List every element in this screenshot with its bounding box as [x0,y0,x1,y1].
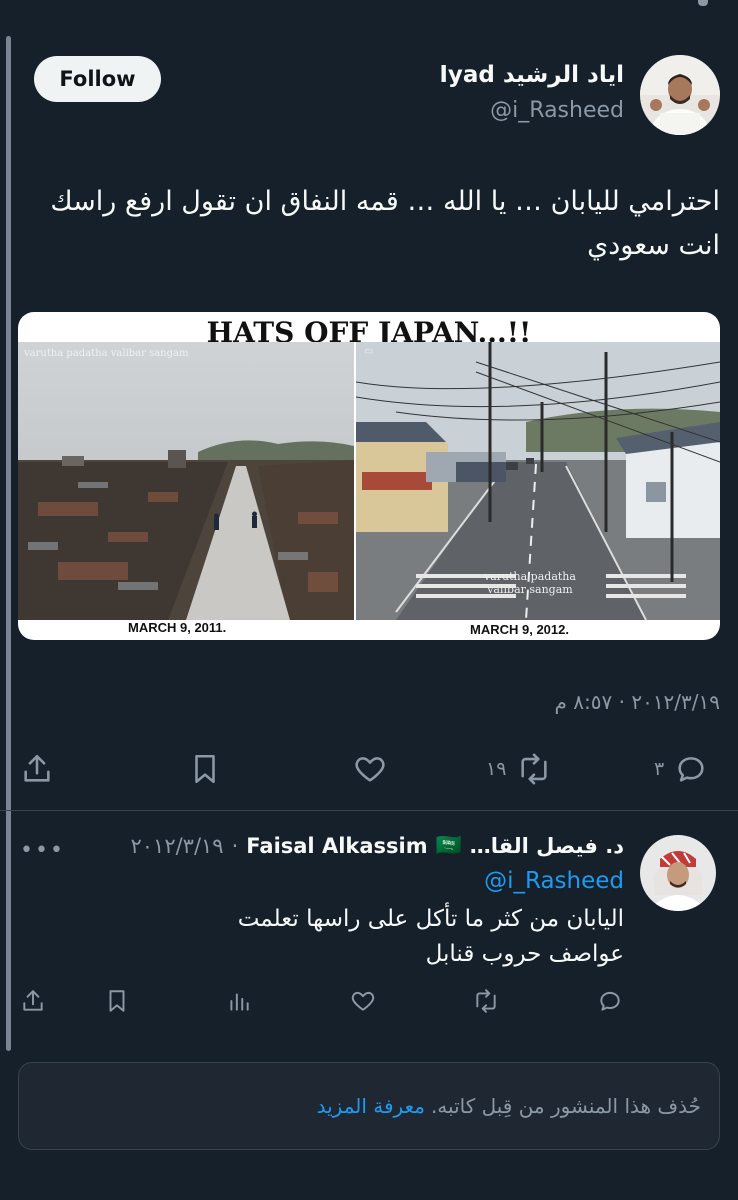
retweet-icon [521,753,548,785]
reply-retweet-button[interactable] [472,988,500,1014]
media-watermark-right: varutha padatha valibar sangam [484,570,576,596]
reply-text: اليابان من كثر ما تأكل على راسها تعلمت ع… [24,902,624,972]
tweet-text: احترامي لليابان … يا الله … قمه النفاق ا… [30,180,720,268]
reply-views-button[interactable] [226,988,252,1014]
follow-button[interactable]: Follow [34,56,161,102]
reply-author-name-latin[interactable]: Faisal Alkassim [246,834,427,858]
retweet-count: ١٩ [486,758,507,780]
bookmark-icon [109,990,125,1012]
share-icon [23,990,43,1011]
media-caption-2011: MARCH 9, 2011. [128,620,227,635]
media-photo-2011: varutha padatha valibar sangam [18,342,354,620]
author-handle[interactable]: @i_Rasheed [490,98,624,123]
heart-icon [355,757,385,782]
reply-author-avatar[interactable] [640,835,716,911]
reply-author-line[interactable]: د. فيصل القا… 🇸🇦 Faisal Alkassim · ٢٠١٢/… [130,833,624,858]
author-avatar[interactable] [640,55,720,135]
reply-count: ٣ [654,758,665,780]
reply-icon [678,757,704,782]
media-watermark-right-top: ▭ [364,346,374,357]
reply-bookmark-button[interactable] [104,988,130,1014]
watermark-line-1: varutha padatha [484,570,576,583]
media-watermark-left: varutha padatha valibar sangam [24,348,189,359]
scroll-top-indicator [698,0,708,6]
reply-author-name[interactable]: د. فيصل القا… [470,834,624,858]
tweet-media[interactable]: HATS OFF JAPAN...!! varutha padatha vali… [18,312,720,640]
bookmark-button[interactable] [188,752,222,786]
views-icon [230,993,249,1011]
reply-time[interactable]: ٢٠١٢/٣/١٩ [130,834,223,858]
divider [0,810,738,811]
media-photo-2012: ▭ varutha padatha valibar sangam [355,342,720,621]
reply-button[interactable]: ٣ [654,752,710,786]
like-button[interactable] [352,752,388,786]
share-button[interactable] [20,752,54,786]
deleted-post-notice: حُذف هذا المنشور من قِبل كاتبه. معرفة ال… [18,1062,720,1150]
retweet-icon [476,989,496,1013]
heart-icon [351,991,375,1011]
tweet-text-line-1: احترامي لليابان … يا الله … قمه النفاق ا… [50,186,720,217]
retweet-button[interactable]: ١٩ [486,752,554,786]
media-caption-2012: MARCH 9, 2012. [470,622,569,637]
learn-more-link[interactable]: معرفة المزيد [317,1094,425,1118]
saudi-flag-icon: 🇸🇦 [435,833,462,857]
reply-reply-button[interactable] [596,988,624,1014]
reply-separator: · [231,833,239,858]
reply-icon [600,991,620,1011]
reply-text-line-1: اليابان من كثر ما تأكل على راسها تعلمت [237,906,624,932]
reply-like-button[interactable] [350,988,376,1014]
bookmark-icon [195,754,215,784]
watermark-line-2: valibar sangam [487,583,573,596]
scrollbar[interactable] [6,36,11,1051]
deleted-post-text: حُذف هذا المنشور من قِبل كاتبه. [430,1094,701,1118]
reply-text-line-2: عواصف حروب قنابل [425,941,624,967]
reply-mention[interactable]: @i_Rasheed [484,868,624,894]
tweet-timestamp[interactable]: ٢٠١٢/٣/١٩ · ٨:٥٧ م [555,690,720,714]
author-name[interactable]: اياد الرشيد Iyad [439,62,624,88]
reply-share-button[interactable] [20,988,46,1014]
tweet-text-line-2: انت سعودي [587,230,720,261]
more-options-button[interactable]: ••• [20,838,65,863]
share-icon [24,754,50,782]
